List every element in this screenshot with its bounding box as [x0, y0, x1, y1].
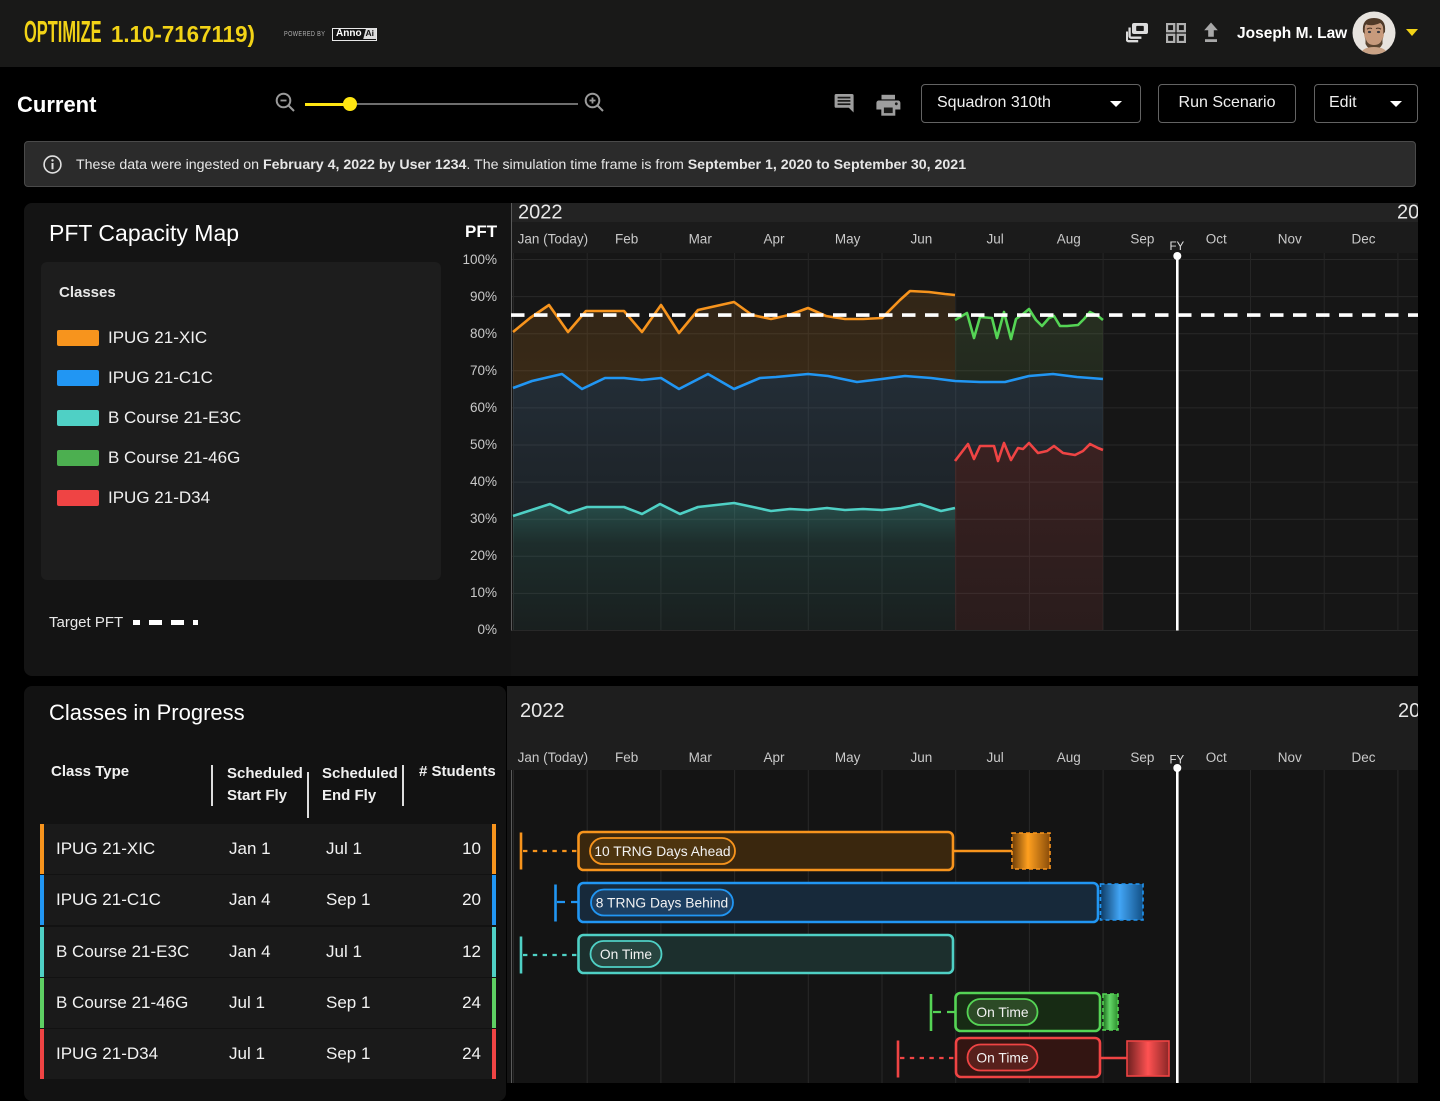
svg-text:Apr: Apr: [763, 750, 785, 765]
svg-text:Mar: Mar: [689, 750, 713, 765]
svg-text:Jan (Today): Jan (Today): [518, 232, 589, 247]
svg-text:Apr: Apr: [763, 232, 785, 247]
svg-text:Feb: Feb: [615, 232, 638, 247]
svg-text:On Time: On Time: [976, 1005, 1028, 1020]
svg-text:Sep: Sep: [1130, 750, 1154, 765]
svg-text:Oct: Oct: [1206, 750, 1227, 765]
svg-text:Jun: Jun: [911, 750, 933, 765]
svg-text:10 TRNG Days Ahead: 10 TRNG Days Ahead: [594, 844, 730, 859]
svg-text:Dec: Dec: [1351, 750, 1375, 765]
svg-text:Nov: Nov: [1278, 232, 1302, 247]
svg-text:Oct: Oct: [1206, 232, 1227, 247]
svg-text:Aug: Aug: [1057, 750, 1081, 765]
svg-text:Jan (Today): Jan (Today): [518, 750, 589, 765]
svg-text:Mar: Mar: [689, 232, 713, 247]
svg-text:Jun: Jun: [911, 232, 933, 247]
svg-text:Dec: Dec: [1351, 232, 1375, 247]
svg-text:Jul: Jul: [986, 232, 1003, 247]
svg-text:Jul: Jul: [986, 750, 1003, 765]
svg-text:Sep: Sep: [1130, 232, 1154, 247]
svg-text:8 TRNG Days Behind: 8 TRNG Days Behind: [596, 896, 728, 911]
svg-text:May: May: [835, 750, 861, 765]
svg-text:20: 20: [1397, 203, 1418, 224]
svg-text:Nov: Nov: [1278, 750, 1302, 765]
svg-text:20: 20: [1398, 700, 1418, 722]
svg-text:May: May: [835, 232, 861, 247]
svg-text:FY: FY: [1169, 241, 1184, 253]
svg-text:Aug: Aug: [1057, 232, 1081, 247]
svg-text:On Time: On Time: [976, 1051, 1028, 1066]
svg-text:2022: 2022: [520, 700, 565, 722]
svg-text:2022: 2022: [518, 203, 563, 224]
svg-text:On Time: On Time: [600, 947, 652, 962]
svg-text:Feb: Feb: [615, 750, 638, 765]
